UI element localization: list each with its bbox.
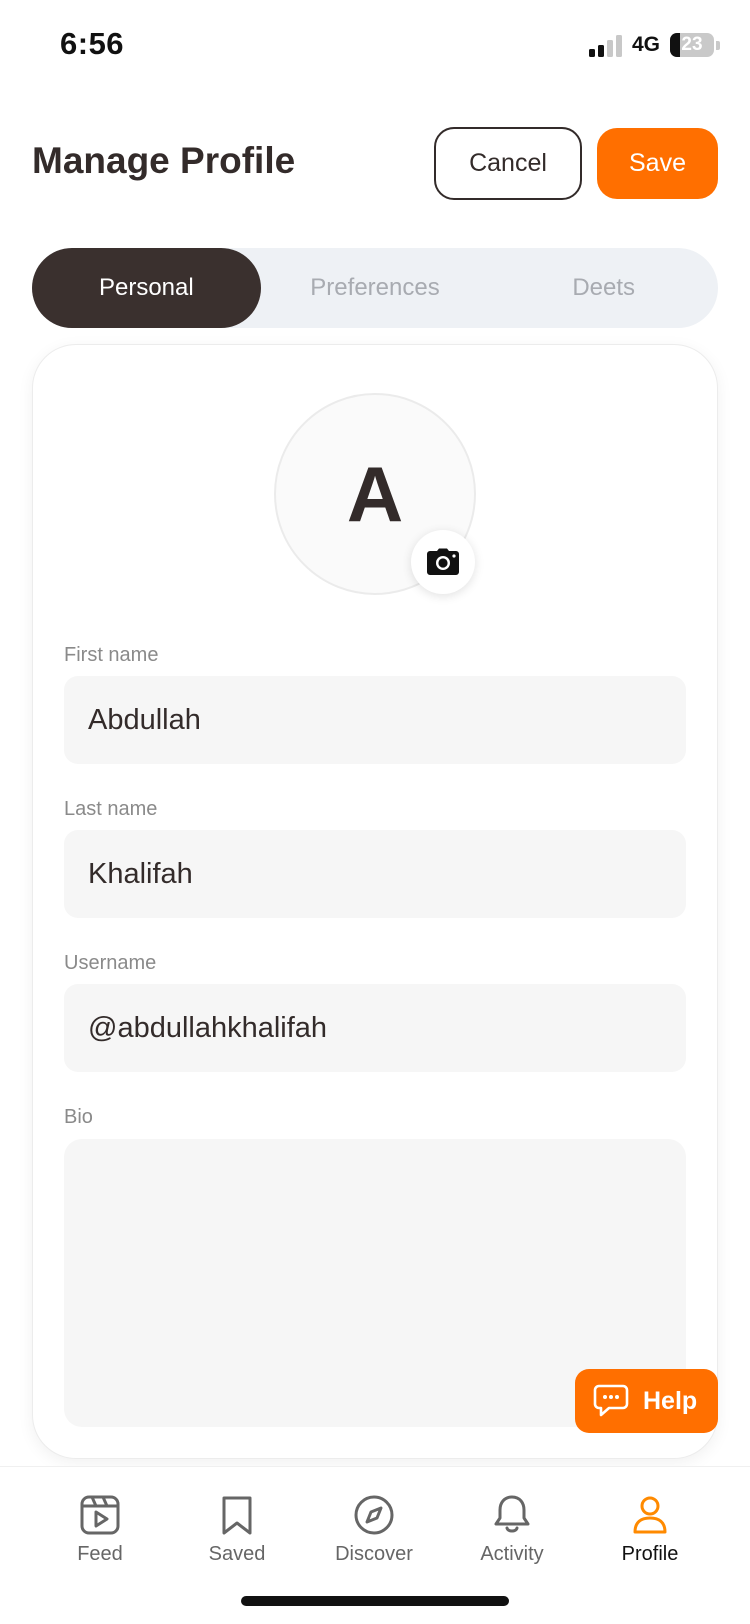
username-input[interactable]: @abdullahkhalifah bbox=[64, 984, 686, 1072]
bell-icon bbox=[494, 1495, 530, 1533]
help-button[interactable]: Help bbox=[575, 1369, 718, 1433]
bio-label: Bio bbox=[64, 1106, 93, 1128]
change-photo-button[interactable] bbox=[411, 530, 475, 594]
compass-icon bbox=[354, 1495, 394, 1535]
tab-deets[interactable]: Deets bbox=[489, 248, 718, 328]
nav-feed[interactable]: Feed bbox=[40, 1493, 160, 1583]
network-type: 4G bbox=[631, 33, 660, 56]
signal-icon bbox=[588, 33, 622, 57]
manage-profile-screen: 6:56 4G 23 Manage Profile Cancel Save Pe… bbox=[0, 0, 750, 1624]
first-name-label: First name bbox=[64, 644, 159, 666]
home-indicator bbox=[241, 1596, 509, 1606]
nav-label-discover: Discover bbox=[335, 1543, 413, 1565]
first-name-input[interactable]: Abdullah bbox=[64, 676, 686, 764]
status-time: 6:56 bbox=[60, 26, 125, 61]
camera-icon bbox=[427, 548, 459, 575]
last-name-label: Last name bbox=[64, 798, 158, 820]
page-title: Manage Profile bbox=[32, 140, 296, 181]
battery-level: 23 bbox=[681, 34, 703, 55]
nav-label-profile: Profile bbox=[621, 1543, 679, 1565]
username-label: Username bbox=[64, 952, 157, 974]
last-name-input[interactable]: Khalifah bbox=[64, 830, 686, 918]
status-indicators: 4G 23 bbox=[588, 30, 720, 60]
nav-activity[interactable]: Activity bbox=[452, 1493, 572, 1583]
feed-icon bbox=[80, 1495, 120, 1535]
profile-tabs: Personal Preferences Deets bbox=[32, 248, 718, 328]
nav-discover[interactable]: Discover bbox=[314, 1493, 434, 1583]
nav-profile[interactable]: Profile bbox=[590, 1493, 710, 1583]
battery-icon: 23 bbox=[670, 33, 714, 57]
user-icon bbox=[633, 1496, 667, 1534]
nav-label-activity: Activity bbox=[480, 1543, 544, 1565]
tab-personal[interactable]: Personal bbox=[32, 248, 261, 328]
save-button[interactable]: Save bbox=[597, 128, 718, 199]
nav-saved[interactable]: Saved bbox=[177, 1493, 297, 1583]
battery-nub bbox=[716, 40, 720, 50]
nav-label-saved: Saved bbox=[208, 1543, 266, 1565]
chat-bubble-icon bbox=[593, 1384, 629, 1417]
tab-preferences[interactable]: Preferences bbox=[261, 248, 490, 328]
status-bar: 6:56 4G 23 bbox=[0, 0, 750, 92]
cancel-button[interactable]: Cancel bbox=[434, 127, 582, 200]
help-label: Help bbox=[643, 1386, 698, 1415]
nav-label-feed: Feed bbox=[77, 1543, 123, 1565]
bookmark-icon bbox=[222, 1496, 252, 1535]
